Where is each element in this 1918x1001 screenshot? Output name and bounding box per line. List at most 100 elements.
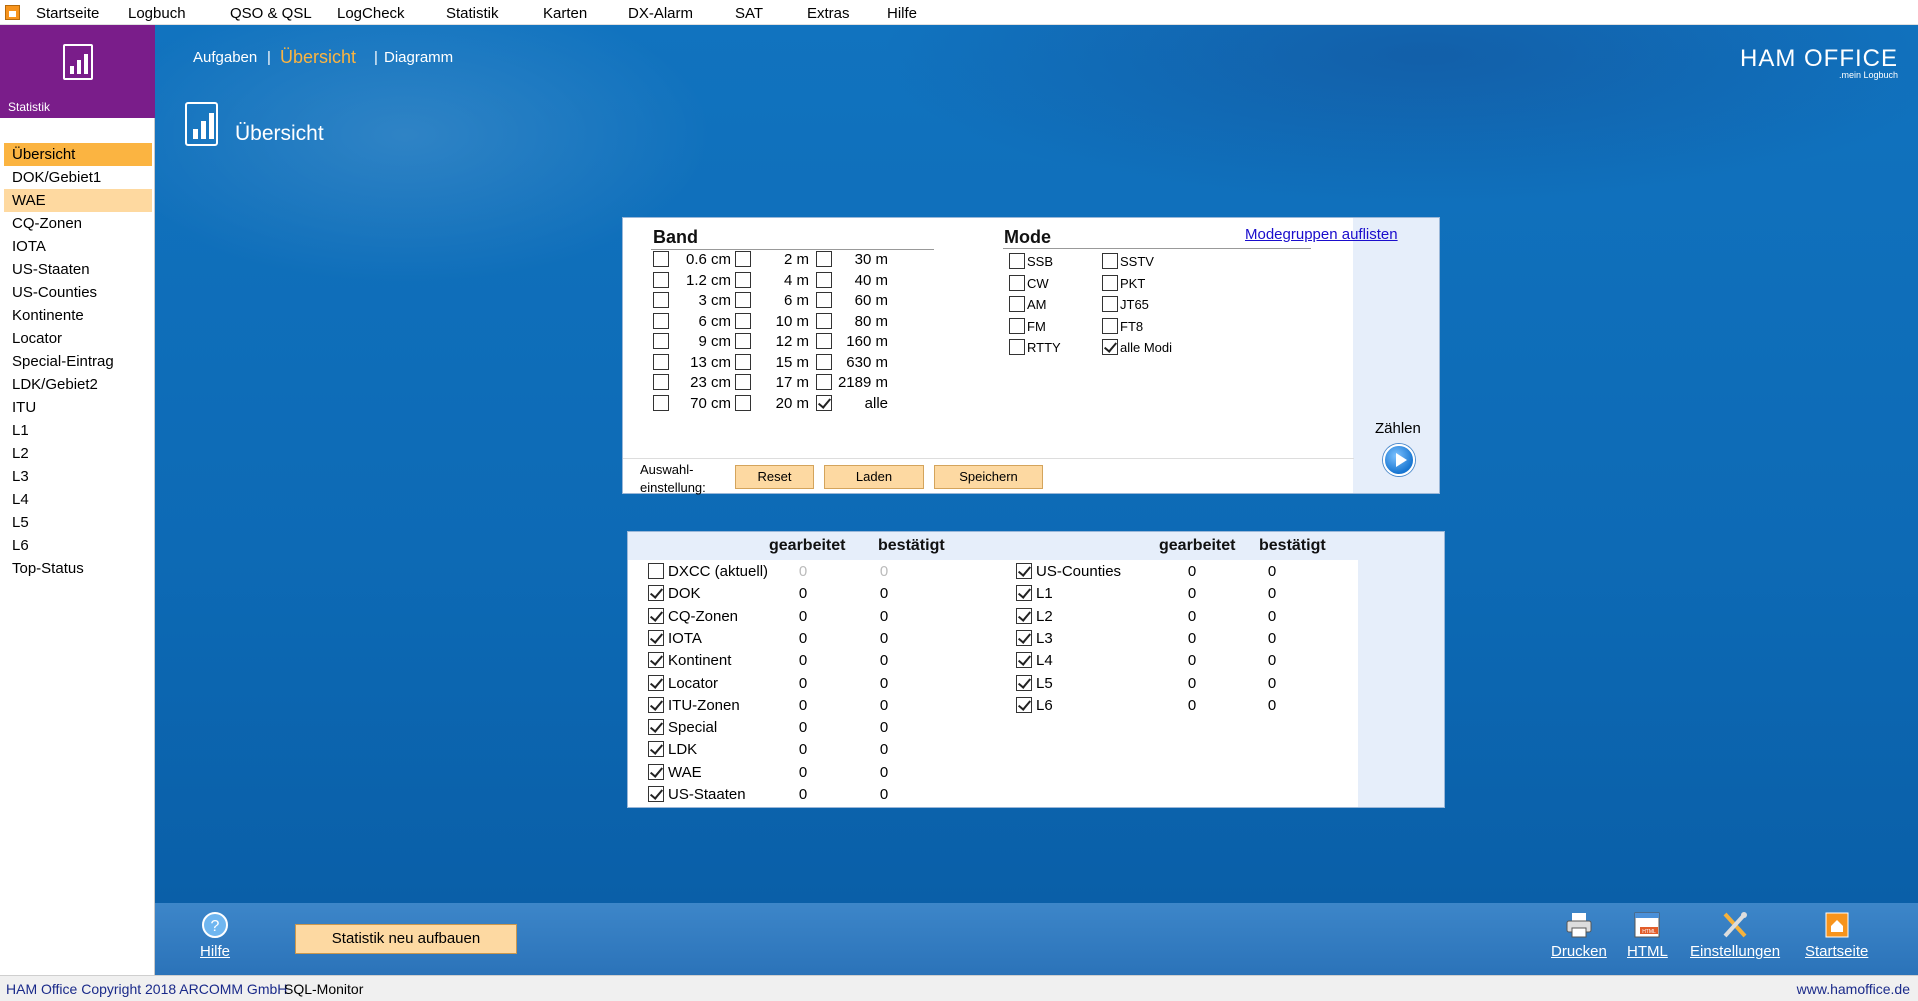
menu-karten[interactable]: Karten — [543, 5, 587, 22]
sidebar-item-kontinente[interactable]: Kontinente — [4, 304, 152, 327]
sidebar-item--bersicht[interactable]: Übersicht — [4, 143, 152, 166]
mode-checkbox-cw[interactable] — [1009, 274, 1025, 291]
band-label: 23 cm — [690, 374, 731, 391]
count-checkbox-kontinent[interactable] — [648, 652, 664, 669]
band-checkbox-2-m[interactable] — [735, 251, 751, 267]
sidebar-item-us-staaten[interactable]: US-Staaten — [4, 258, 152, 281]
speichern-button[interactable]: Speichern — [934, 465, 1043, 489]
count-checkbox-l5[interactable] — [1016, 674, 1032, 691]
menu-logbuch[interactable]: Logbuch — [128, 5, 186, 22]
menu-dx-alarm[interactable]: DX-Alarm — [628, 5, 693, 22]
menu-statistik[interactable]: Statistik — [446, 5, 499, 22]
app-home-icon[interactable] — [5, 5, 20, 20]
band-checkbox-6-m[interactable] — [735, 292, 751, 308]
modegruppen-link[interactable]: Modegruppen auflisten — [1245, 226, 1398, 243]
statistik-neu-aufbauen-button[interactable]: Statistik neu aufbauen — [295, 924, 517, 954]
sidebar-item-iota[interactable]: IOTA — [4, 235, 152, 258]
count-checkbox-l6[interactable] — [1016, 696, 1032, 713]
count-checkbox-iota[interactable] — [648, 629, 664, 646]
zaehlen-play-button[interactable] — [1383, 444, 1415, 476]
sidebar-item-l6[interactable]: L6 — [4, 534, 152, 557]
confirmed-count: 0 — [879, 786, 889, 803]
band-checkbox-20-m[interactable] — [735, 394, 751, 411]
tools-icon — [1720, 911, 1750, 939]
count-row-label: Kontinent — [668, 652, 732, 670]
mode-checkbox-rtty[interactable] — [1009, 339, 1025, 355]
count-row-label: L4 — [1036, 652, 1053, 670]
band-checkbox-4-m[interactable] — [735, 271, 751, 288]
count-checkbox-locator[interactable] — [648, 674, 664, 691]
mode-checkbox-ft8[interactable] — [1102, 317, 1118, 334]
count-row-label: DXCC (aktuell) — [668, 563, 769, 580]
sidebar-item-l3[interactable]: L3 — [4, 465, 152, 488]
count-row-label: Special — [668, 719, 718, 737]
laden-button[interactable]: Laden — [824, 465, 924, 489]
band-checkbox-17-m[interactable] — [735, 374, 751, 390]
count-side: Zählen — [1353, 218, 1439, 493]
sidebar-item-cq-zonen[interactable]: CQ-Zonen — [4, 212, 152, 235]
menu-hilfe[interactable]: Hilfe — [887, 5, 917, 22]
breadcrumb-aufgaben[interactable]: Aufgaben — [193, 49, 257, 66]
menu-qso-qsl[interactable]: QSO & QSL — [230, 5, 312, 22]
mode-checkbox-am[interactable] — [1009, 296, 1025, 312]
html-button[interactable]: HTML HTML — [1627, 911, 1668, 960]
sidebar-item-l5[interactable]: L5 — [4, 511, 152, 534]
mode-checkbox-jt65[interactable] — [1102, 296, 1118, 312]
mode-checkbox-pkt[interactable] — [1102, 274, 1118, 291]
sql-monitor-link[interactable]: SQL-Monitor — [284, 981, 363, 997]
confirmed-count: 0 — [879, 719, 889, 737]
mode-label: FT8 — [1120, 318, 1144, 334]
band-label: 70 cm — [690, 394, 731, 412]
mode-checkbox-alle-modi[interactable] — [1102, 339, 1118, 355]
band-checkbox-12-m[interactable] — [735, 333, 751, 349]
menu-logcheck[interactable]: LogCheck — [337, 5, 405, 22]
sidebar-item-l2[interactable]: L2 — [4, 442, 152, 465]
sidebar-item-ldk-gebiet2[interactable]: LDK/Gebiet2 — [4, 373, 152, 396]
menu-extras[interactable]: Extras — [807, 5, 850, 22]
confirmed-count: 0 — [879, 741, 889, 759]
ham-office-logo: HAM OFFICE .mein Logbuch — [1740, 45, 1898, 80]
count-checkbox-us-counties[interactable] — [1016, 563, 1032, 579]
count-checkbox-cq-zonen[interactable] — [648, 607, 664, 624]
website-link[interactable]: www.hamoffice.de — [1797, 981, 1910, 997]
sidebar-item-dok-gebiet1[interactable]: DOK/Gebiet1 — [4, 166, 152, 189]
startseite-button[interactable]: Startseite — [1805, 911, 1868, 960]
sidebar-item-l4[interactable]: L4 — [4, 488, 152, 511]
confirmed-count: 0 — [879, 563, 889, 580]
sidebar-item-us-counties[interactable]: US-Counties — [4, 281, 152, 304]
reset-button[interactable]: Reset — [735, 465, 814, 489]
mode-checkbox-ssb[interactable] — [1009, 253, 1025, 269]
sidebar-item-wae[interactable]: WAE — [4, 189, 152, 212]
sidebar-item-top-status[interactable]: Top-Status — [4, 557, 152, 580]
menu-startseite[interactable]: Startseite — [36, 5, 99, 22]
band-label: 9 cm — [698, 333, 731, 350]
einstellungen-button[interactable]: Einstellungen — [1690, 911, 1780, 960]
mode-label: JT65 — [1120, 297, 1149, 312]
sidebar-item-locator[interactable]: Locator — [4, 327, 152, 350]
count-checkbox-ldk[interactable] — [648, 741, 664, 758]
count-checkbox-l1[interactable] — [1016, 585, 1032, 602]
sidebar-item-special-eintrag[interactable]: Special-Eintrag — [4, 350, 152, 373]
count-checkbox-dok[interactable] — [648, 585, 664, 602]
count-checkbox-itu-zonen[interactable] — [648, 696, 664, 713]
sidebar-item-itu[interactable]: ITU — [4, 396, 152, 419]
count-checkbox-special[interactable] — [648, 719, 664, 736]
count-checkbox-l2[interactable] — [1016, 607, 1032, 624]
band-checkbox-15-m[interactable] — [735, 353, 751, 370]
sidebar-item-l1[interactable]: L1 — [4, 419, 152, 442]
count-checkbox-l4[interactable] — [1016, 652, 1032, 669]
count-checkbox-l3[interactable] — [1016, 629, 1032, 646]
drucken-button[interactable]: Drucken — [1551, 911, 1607, 960]
mode-checkbox-sstv[interactable] — [1102, 253, 1118, 269]
band-checkbox-10-m[interactable] — [735, 312, 751, 329]
count-checkbox-us-staaten[interactable] — [648, 786, 664, 802]
hilfe-button[interactable]: ? Hilfe — [200, 911, 230, 960]
count-row-label: L5 — [1036, 674, 1053, 692]
mode-label: AM — [1027, 297, 1047, 312]
band-label: 15 m — [775, 353, 809, 371]
breadcrumb-diagramm[interactable]: Diagramm — [384, 49, 453, 66]
count-checkbox-wae[interactable] — [648, 763, 664, 780]
mode-checkbox-fm[interactable] — [1009, 317, 1025, 334]
count-checkbox-dxcc-aktuell-[interactable] — [648, 563, 664, 579]
menu-sat[interactable]: SAT — [735, 5, 763, 22]
